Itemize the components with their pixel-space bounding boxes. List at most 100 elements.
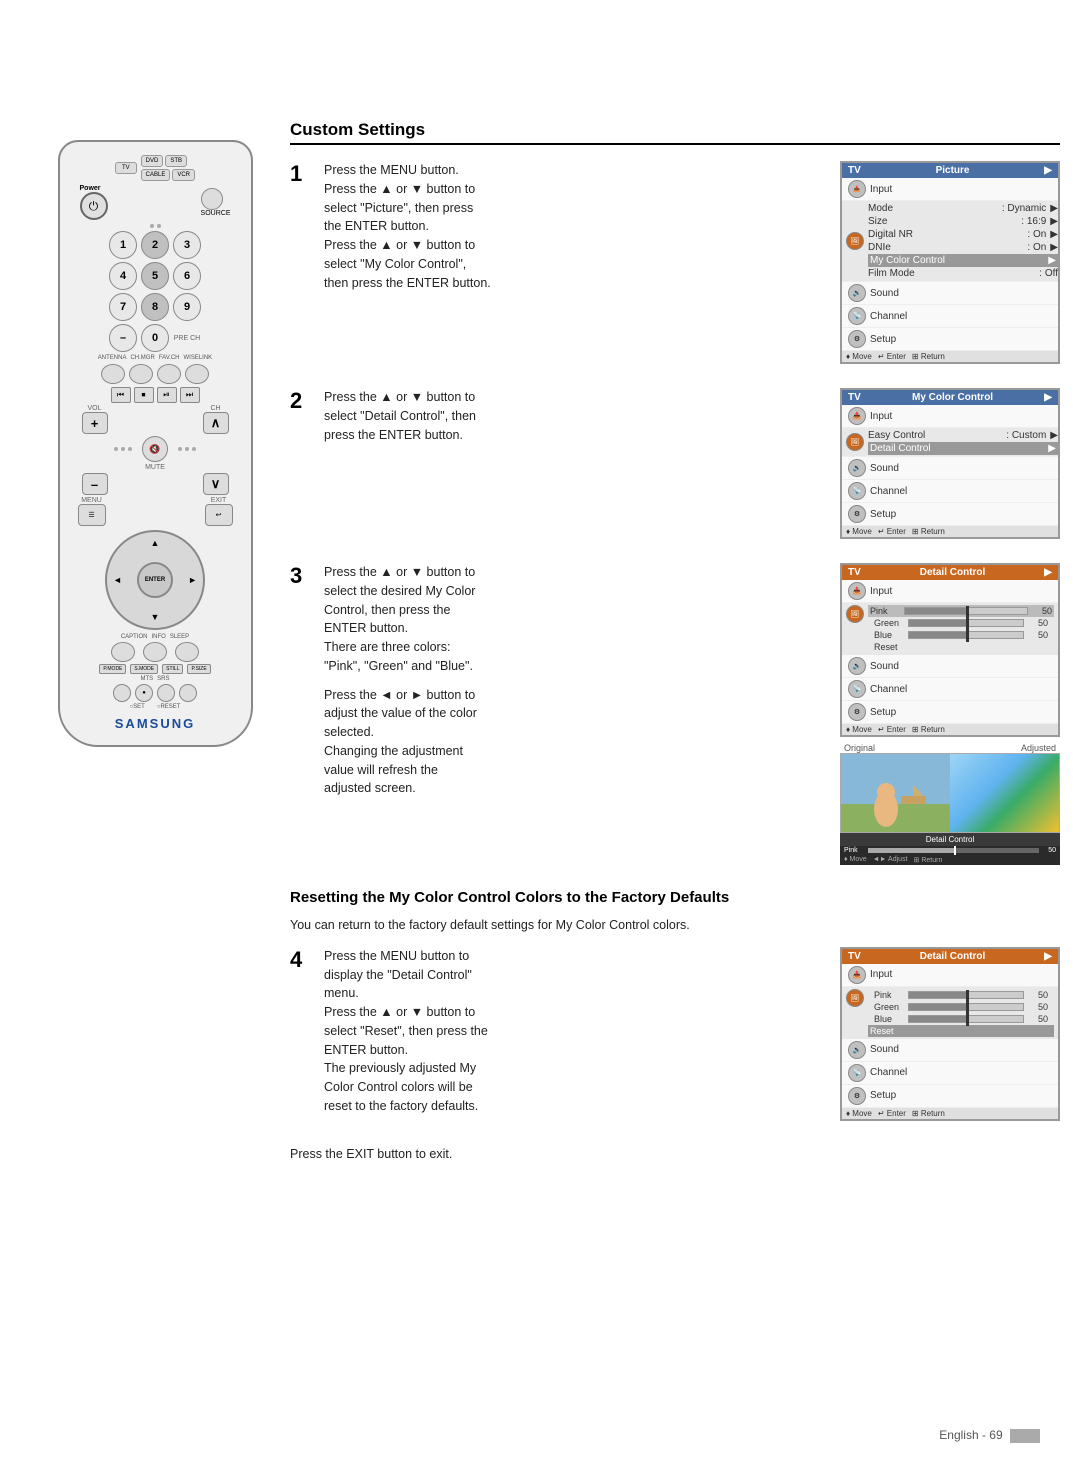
num-1-button[interactable]: 1: [109, 231, 137, 259]
tv-row-setup-3: ⚙ Setup: [842, 701, 1058, 724]
info-button[interactable]: [143, 642, 167, 662]
power-source-row: Power ⏻ SOURCE: [70, 185, 241, 220]
nav-up-button[interactable]: ▲: [151, 538, 160, 548]
tv-row-sound-3: 🔊 Sound: [842, 655, 1058, 678]
fav-ch-button[interactable]: [157, 364, 181, 384]
tv-screen-2-tv-label: TV: [848, 392, 861, 403]
sleep-button[interactable]: [175, 642, 199, 662]
vol-ch-down-row: – ∨: [70, 473, 241, 495]
content-area: Custom Settings 1 Press the MENU button.…: [290, 120, 1060, 1164]
tv-row-channel-1: 📡 Channel: [842, 305, 1058, 328]
tv-screen-4-title: Detail Control: [920, 951, 986, 962]
step-1-block: 1 Press the MENU button. Press the ▲ or …: [290, 161, 1060, 364]
tv-pink-value-4: 50: [1028, 990, 1048, 1000]
tv-2-footer-enter: ↵ Enter: [878, 527, 906, 536]
extra-button[interactable]: [179, 684, 197, 702]
tv-row-channel-2: 📡 Channel: [842, 480, 1058, 503]
tv-screen-3-arrow: ▶: [1044, 567, 1052, 578]
ff-button[interactable]: ⏭: [180, 387, 200, 403]
record-button[interactable]: ●: [135, 684, 153, 702]
step-2-number: 2: [290, 388, 312, 539]
tv-2-footer-return: ⊞ Return: [912, 527, 945, 536]
mute-button[interactable]: 🔇: [142, 436, 168, 462]
mute-area: 🔇: [70, 436, 241, 462]
power-button[interactable]: ⏻: [80, 192, 108, 220]
step-3-text-b: Press the ◄ or ► button to adjust the va…: [324, 686, 828, 799]
tv-screen-2: TV My Color Control ▶ 📥 Input 🖼 Easy Con…: [840, 388, 1060, 539]
tv-input-icon-3: 📥: [848, 582, 866, 600]
ch-up-button[interactable]: ∧: [203, 412, 229, 434]
nav-cluster: ▲ ▼ ◄ ► ENTER: [105, 530, 205, 630]
wiselink-button[interactable]: [185, 364, 209, 384]
enter-button[interactable]: ENTER: [137, 562, 173, 598]
vol-up-button[interactable]: +: [82, 412, 108, 434]
dash-button[interactable]: –: [109, 324, 137, 352]
stop-button[interactable]: ⏹: [134, 387, 154, 403]
still-button[interactable]: STILL: [162, 664, 183, 674]
num-8-button[interactable]: 8: [141, 293, 169, 321]
ch-mgr-button[interactable]: [129, 364, 153, 384]
tv-screen-3-title: Detail Control: [920, 567, 986, 578]
num-6-button[interactable]: 6: [173, 262, 201, 290]
p-size-button[interactable]: P.SIZE: [187, 664, 210, 674]
stb-button[interactable]: STB: [165, 155, 187, 167]
num-3-button[interactable]: 3: [173, 231, 201, 259]
tv-setup-label-4: Setup: [870, 1090, 915, 1101]
ch-down-button[interactable]: ∨: [203, 473, 229, 495]
tv-green-value: 50: [1028, 618, 1048, 628]
play-pause-button[interactable]: ⏯: [157, 387, 177, 403]
num-9-button[interactable]: 9: [173, 293, 201, 321]
step-3-screens: TV Detail Control ▶ 📥 Input 🖼 Pink: [840, 563, 1060, 865]
tv-setup-icon-1: ⚙: [848, 330, 866, 348]
tv-pink-bar-4: [908, 991, 1024, 999]
p-mode-button[interactable]: P.MODE: [99, 664, 126, 674]
mts-srs-labels-row: MTS SRS: [70, 676, 241, 682]
s-mode-button[interactable]: S.MODE: [130, 664, 158, 674]
tv-button[interactable]: TV: [115, 162, 137, 174]
num-2-button[interactable]: 2: [141, 231, 169, 259]
tv-screen-4-header: TV Detail Control ▶: [842, 949, 1058, 964]
tv-input-icon-4: 📥: [848, 966, 866, 984]
cable-button[interactable]: CABLE: [141, 169, 171, 181]
srs-button[interactable]: [157, 684, 175, 702]
caption-button[interactable]: [111, 642, 135, 662]
nav-right-button[interactable]: ►: [188, 575, 197, 585]
adjusted-label: Adjusted: [1021, 743, 1056, 753]
dots-decoration: [70, 224, 241, 228]
vcr-button[interactable]: VCR: [172, 169, 195, 181]
tv-footer-move: ♦ Move: [846, 352, 872, 361]
tv-channel-label-1: Channel: [870, 311, 915, 322]
vol-down-button[interactable]: –: [82, 473, 108, 495]
transport-row: ⏮ ⏹ ⏯ ⏭: [70, 387, 241, 403]
step-4-text: Press the MENU button to display the "De…: [324, 947, 828, 1121]
caption-labels-row: CAPTION INFO SLEEP: [70, 634, 241, 640]
rew-button[interactable]: ⏮: [111, 387, 131, 403]
menu-exit-row: MENU ☰ EXIT ↩: [70, 497, 241, 526]
photo-pink-mini-bar: Pink 50: [840, 846, 1060, 855]
pre-ch-label: PRE CH: [173, 335, 201, 342]
num-5-button[interactable]: 5: [141, 262, 169, 290]
tv-bar-pink: Pink 50: [868, 605, 1054, 617]
num-4-button[interactable]: 4: [109, 262, 137, 290]
tv-blue-value-4: 50: [1028, 1014, 1048, 1024]
num-7-button[interactable]: 7: [109, 293, 137, 321]
exit-button[interactable]: ↩: [205, 504, 233, 526]
tv-input-icon-2: 📥: [848, 407, 866, 425]
nav-down-button[interactable]: ▼: [151, 612, 160, 622]
dvd-button[interactable]: DVD: [141, 155, 164, 167]
photo-pink-value: 50: [1041, 847, 1056, 854]
srs-label: SRS: [157, 676, 169, 682]
num-0-button[interactable]: 0: [141, 324, 169, 352]
menu-button[interactable]: ☰: [78, 504, 106, 526]
tv-row-setup-4: ⚙ Setup: [842, 1085, 1058, 1108]
step-3-text-a: Press the ▲ or ▼ button to select the de…: [324, 563, 828, 676]
mts-button[interactable]: [113, 684, 131, 702]
tv-header-arrow: ▶: [1044, 165, 1052, 176]
tv-green-label: Green: [874, 618, 904, 628]
tv-channel-icon-4: 📡: [848, 1064, 866, 1082]
nav-left-button[interactable]: ◄: [113, 575, 122, 585]
source-button[interactable]: [201, 188, 223, 210]
antenna-button[interactable]: [101, 364, 125, 384]
tv-header-tv-label: TV: [848, 165, 861, 176]
mts-srs-row: ●: [70, 684, 241, 702]
